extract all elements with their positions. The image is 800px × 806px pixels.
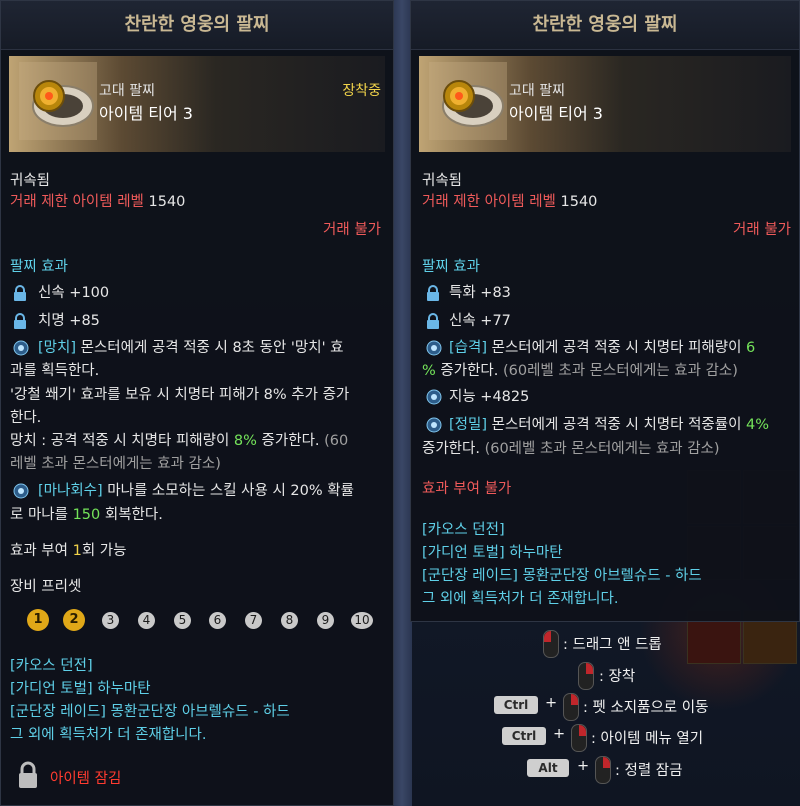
preset-3[interactable]: 3 [102, 612, 119, 629]
effect-gem-icon [426, 340, 442, 356]
stat-line: 신속 +100 [38, 285, 110, 301]
stat-line: 특화 +83 [449, 285, 511, 301]
preset-8[interactable]: 8 [281, 612, 298, 629]
stat-line: 지능 +4825 [449, 389, 530, 405]
item-title: 찬란한 영웅의 팔찌 [1, 1, 393, 50]
source-line: [카오스 던전] [422, 522, 505, 538]
preset-10[interactable]: 10 [351, 612, 373, 629]
source-line: 그 외에 획득처가 더 존재합니다. [422, 591, 619, 607]
preset-9[interactable]: 9 [317, 612, 334, 629]
source-line: [카오스 던전] [10, 658, 93, 674]
trade-level: 거래 제한 아이템 레벨 1540 [10, 192, 185, 212]
ctrl-key: Ctrl [494, 696, 538, 714]
effect-line: 증가한다. (60레벨 초과 몬스터에게는 효과 감소) [422, 441, 720, 457]
mouse-right-icon [571, 724, 587, 752]
bound-status: 귀속됨 [422, 173, 463, 189]
lock-icon [14, 285, 26, 301]
hint-pet-inventory: : 펫 소지품으로 이동 [583, 700, 709, 716]
item-tier: 아이템 티어 3 [509, 104, 603, 123]
trade-level-label: 거래 제한 아이템 레벨 [10, 194, 144, 210]
effect-gem-icon [13, 340, 29, 356]
mouse-right-icon [578, 662, 594, 690]
item-header: 고대 팔찌 아이템 티어 3 [419, 56, 791, 152]
trade-level: 거래 제한 아이템 레벨 1540 [422, 194, 598, 210]
bracelet-icon [19, 62, 97, 140]
effect-name: [마나회수] [38, 483, 103, 499]
hint-item-menu: : 아이템 메뉴 열기 [591, 731, 704, 747]
plus-sign: + [545, 695, 558, 711]
bracelet-icon [429, 62, 507, 140]
effect-line: 한다. [10, 410, 42, 426]
item-tier: 아이템 티어 3 [99, 104, 193, 123]
trade-level-value: 1540 [148, 194, 186, 210]
effect-line: [습격] 몬스터에게 공격 적중 시 치명타 피해량이 6 [449, 340, 756, 356]
padlock-icon [19, 761, 37, 788]
source-line: [군단장 레이드] 몽환군단장 아브렐슈드 - 하드 [422, 568, 702, 584]
stat-line: 치명 +85 [38, 313, 100, 329]
item-kind: 고대 팔찌 [99, 83, 155, 99]
no-trade: 거래 불가 [323, 222, 381, 238]
preset-1[interactable]: 1 [27, 609, 49, 631]
source-line: 그 외에 획득처가 더 존재합니다. [10, 727, 207, 743]
item-header: 고대 팔찌 아이템 티어 3 장착중 [9, 56, 385, 152]
bound-status: 귀속됨 [10, 173, 51, 189]
effect-gem-icon [426, 417, 442, 433]
hint-equip: : 장착 [599, 669, 636, 685]
plus-sign: + [553, 726, 566, 742]
lock-icon [427, 285, 439, 301]
effect-line: [망치] 몬스터에게 공격 적중 시 8초 동안 '망치' 효 [38, 340, 344, 356]
effect-line: [정밀] 몬스터에게 공격 적중 시 치명타 적중률이 4% [449, 417, 770, 433]
source-line: [가디언 토벌] 하누마탄 [422, 545, 563, 561]
source-line: [가디언 토벌] 하누마탄 [10, 681, 151, 697]
effect-name: [망치] [38, 340, 76, 356]
preset-5[interactable]: 5 [174, 612, 191, 629]
preset-label: 장비 프리셋 [10, 579, 82, 595]
lock-icon [14, 313, 26, 329]
item-title: 찬란한 영웅의 팔찌 [411, 1, 799, 50]
plus-sign: + [577, 758, 590, 774]
no-trade: 거래 불가 [733, 222, 791, 238]
preset-4[interactable]: 4 [138, 612, 155, 629]
background-pillar [392, 0, 412, 806]
effects-header: 팔찌 효과 [422, 259, 480, 275]
effect-line: [마나회수] 마나를 소모하는 스킬 사용 시 20% 확률 [38, 483, 354, 499]
mouse-right-icon [563, 693, 579, 721]
alt-key: Alt [527, 759, 569, 777]
no-enchant: 효과 부여 불가 [422, 481, 512, 497]
equipped-badge: 장착중 [342, 83, 381, 99]
effect-line: 과를 획득한다. [10, 363, 100, 379]
effect-line: % 증가한다. (60레벨 초과 몬스터에게는 효과 감소) [422, 363, 738, 379]
effects-header: 팔찌 효과 [10, 259, 68, 275]
effect-line: 레벨 초과 몬스터에게는 효과 감소) [10, 456, 221, 472]
preset-2[interactable]: 2 [63, 609, 85, 631]
hint-drag: : 드래그 앤 드롭 [563, 637, 662, 653]
effect-line: 로 마나를 150 회복한다. [10, 507, 163, 523]
item-tooltip-compare: 찬란한 영웅의 팔찌 고대 팔찌 아이템 티어 3 귀속됨 거래 제한 아이템 … [410, 0, 800, 622]
lock-icon [427, 313, 439, 329]
mouse-left-icon [543, 630, 559, 658]
effect-gem-icon [13, 483, 29, 499]
enchant-count: 효과 부여 1회 가능 [10, 543, 127, 559]
item-tooltip-equipped: 찬란한 영웅의 팔찌 고대 팔찌 아이템 티어 3 장착중 귀속됨 거래 제한 … [0, 0, 394, 806]
source-line: [군단장 레이드] 몽환군단장 아브렐슈드 - 하드 [10, 704, 290, 720]
preset-6[interactable]: 6 [209, 612, 226, 629]
item-locked: 아이템 잠김 [50, 771, 122, 787]
preset-7[interactable]: 7 [245, 612, 262, 629]
mouse-right-icon [595, 756, 611, 784]
effect-line: '강철 쐐기' 효과를 보유 시 치명타 피해가 8% 추가 증가 [10, 387, 350, 403]
hint-sort-lock: : 정렬 잠금 [615, 763, 683, 779]
effect-line: 망치 : 공격 적중 시 치명타 피해량이 8% 증가한다. (60 [10, 433, 349, 449]
effect-gem-icon [426, 389, 442, 405]
item-kind: 고대 팔찌 [509, 83, 565, 99]
ctrl-key: Ctrl [502, 727, 546, 745]
stat-line: 신속 +77 [449, 313, 511, 329]
